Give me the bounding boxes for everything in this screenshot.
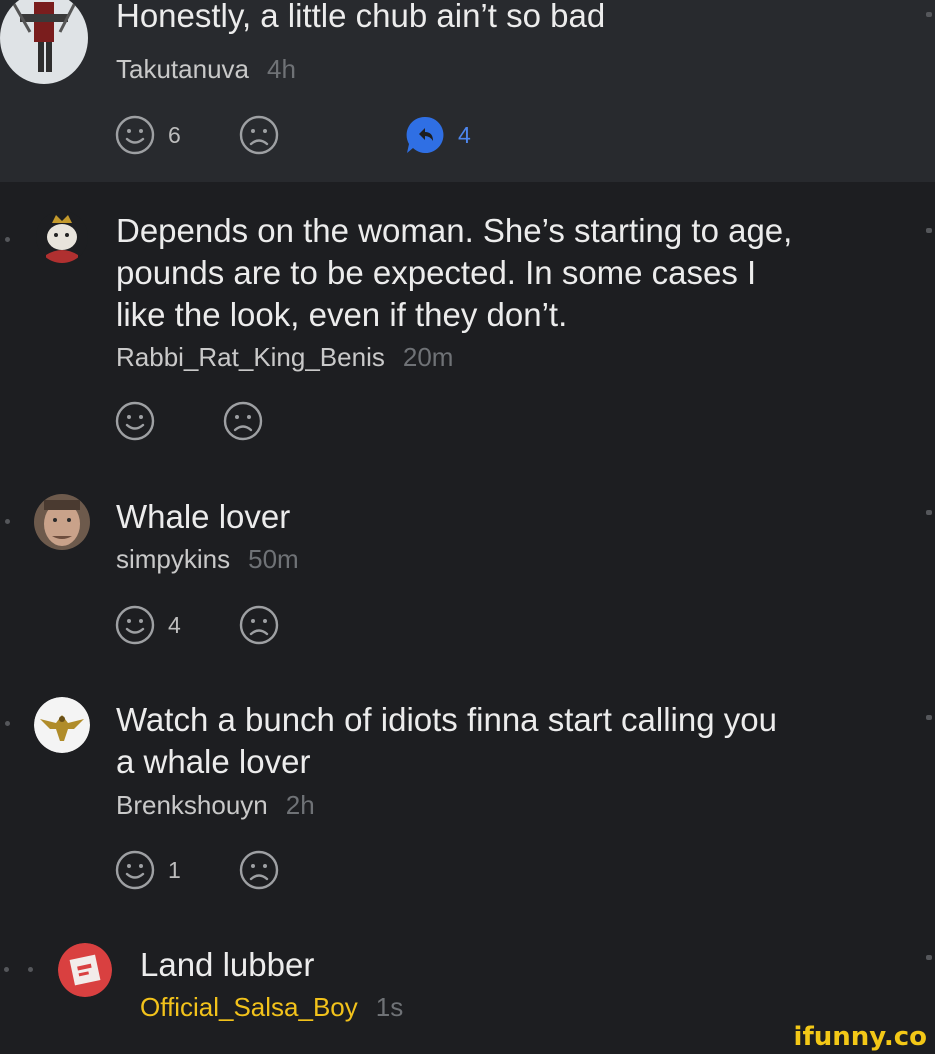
comment-meta: simpykins 50m [116, 544, 299, 574]
avatar[interactable] [34, 697, 90, 753]
smile-button[interactable] [114, 400, 168, 442]
smile-icon [114, 114, 156, 156]
rat-king-avatar-icon [36, 211, 88, 263]
smile-button[interactable]: 1 [114, 849, 181, 891]
avatar[interactable] [34, 494, 90, 550]
comment-time: 20m [402, 342, 454, 372]
comment-reply: Watch a bunch of idiots finna start call… [0, 677, 935, 919]
comment-text: Watch a bunch of idiots finna start call… [116, 701, 777, 780]
comment-actions: 4 [114, 604, 314, 648]
reply-bubble-icon [404, 114, 446, 156]
avatar[interactable] [36, 211, 88, 263]
comment-text: Depends on the woman. She’s starting to … [116, 212, 793, 333]
frown-icon [238, 849, 280, 891]
unsmile-button[interactable] [238, 849, 280, 891]
comment-author[interactable]: Official_Salsa_Boy [140, 992, 358, 1022]
frown-icon [222, 400, 264, 442]
smile-button[interactable]: 4 [114, 604, 181, 646]
ifunny-watermark: ifunny.co [793, 1022, 927, 1052]
smile-count: 1 [168, 856, 181, 883]
comment-reply: Whale lover simpykins 50m 4 [0, 472, 935, 677]
comment-time: 50m [248, 544, 299, 574]
reply-button[interactable]: 4 [404, 114, 471, 156]
robot-avatar-icon [0, 0, 88, 84]
avatar[interactable] [58, 943, 112, 997]
comment-author[interactable]: simpykins [116, 544, 230, 574]
comment-time: 1s [375, 992, 404, 1022]
more-handle[interactable] [926, 12, 932, 17]
comment-meta: Official_Salsa_Boy 1s [140, 992, 403, 1022]
comment-reply: Depends on the woman. She’s starting to … [0, 182, 935, 472]
comment-text: Honestly, a little chub ain’t so bad [116, 0, 606, 34]
smile-icon [114, 604, 156, 646]
eagle-avatar-icon [34, 697, 90, 753]
smile-button[interactable]: 6 [114, 114, 181, 156]
face-avatar-icon [34, 494, 90, 550]
comment-actions: 1 [114, 849, 314, 893]
unsmile-button[interactable] [238, 114, 280, 156]
more-handle[interactable] [926, 510, 932, 515]
thread-dot [5, 721, 10, 726]
reply-count: 4 [458, 121, 471, 148]
comment-meta: Takutanuva 4h [116, 54, 296, 84]
salsa-avatar-icon [58, 943, 112, 997]
comment-time: 2h [285, 790, 315, 820]
smile-icon [114, 400, 156, 442]
comment-author[interactable]: Rabbi_Rat_King_Benis [116, 342, 385, 372]
smile-count: 6 [168, 121, 181, 148]
smile-icon [114, 849, 156, 891]
thread-dot [5, 519, 10, 524]
comment-time: 4h [266, 54, 296, 84]
unsmile-button[interactable] [222, 400, 264, 442]
comment-meta: Brenkshouyn 2h [116, 790, 315, 820]
comment-author[interactable]: Takutanuva [116, 54, 249, 84]
comment-author[interactable]: Brenkshouyn [116, 790, 268, 820]
comment-meta: Rabbi_Rat_King_Benis 20m [116, 342, 453, 372]
frown-icon [238, 604, 280, 646]
unsmile-button[interactable] [238, 604, 280, 646]
comment-text: Land lubber [140, 946, 315, 983]
thread-dot [4, 967, 9, 972]
more-handle[interactable] [926, 715, 932, 720]
more-handle[interactable] [926, 955, 932, 960]
thread-dot [28, 967, 33, 972]
avatar[interactable] [0, 0, 88, 84]
comment-actions: 6 4 [114, 114, 514, 158]
comment-text: Whale lover [116, 498, 291, 535]
frown-icon [238, 114, 280, 156]
smile-count: 4 [168, 611, 181, 638]
more-handle[interactable] [926, 228, 932, 233]
comment-actions [114, 400, 314, 444]
thread-dot [5, 237, 10, 242]
comment-parent: Honestly, a little chub ain’t so bad Tak… [0, 0, 935, 182]
